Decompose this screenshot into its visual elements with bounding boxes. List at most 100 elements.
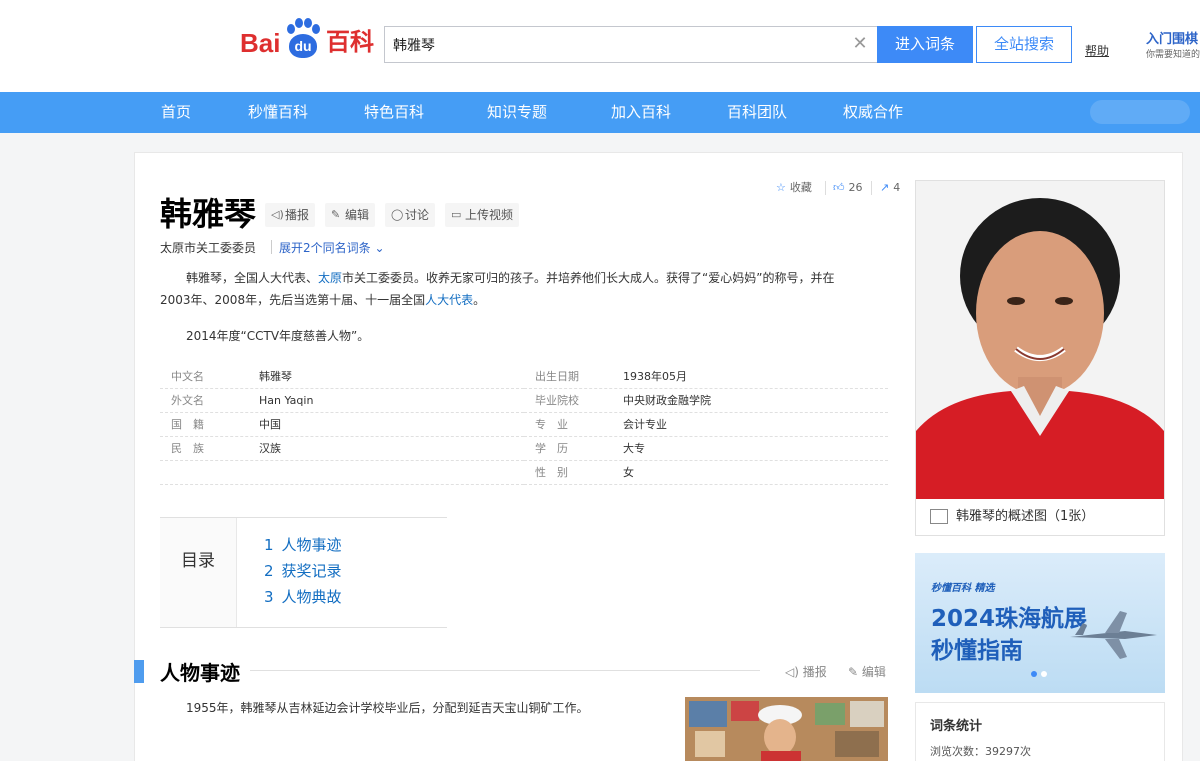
toc-item[interactable]: 2 获奖记录 bbox=[264, 560, 342, 581]
promo-subtitle: 你需要知道的 bbox=[1146, 50, 1200, 60]
edit-label: 编辑 bbox=[345, 208, 370, 222]
section-title: 人物事迹 bbox=[160, 661, 240, 685]
nav-item-join[interactable]: 加入百科 bbox=[611, 92, 671, 133]
info-label: 性 别 bbox=[535, 466, 568, 479]
stats-title: 词条统计 bbox=[930, 719, 983, 734]
collect-button[interactable]: ☆ 收藏 bbox=[776, 180, 812, 196]
enter-entry-button[interactable]: 进入词条 bbox=[877, 26, 973, 63]
broadcast-label: 播报 bbox=[285, 208, 310, 222]
info-value: 大专 bbox=[623, 442, 645, 455]
paw-logo-icon: du bbox=[285, 18, 321, 58]
edit-button[interactable]: ✎ 编辑 bbox=[325, 203, 376, 227]
logo-du-text: du bbox=[289, 34, 317, 58]
toc-label: 获奖记录 bbox=[281, 562, 342, 580]
summary-text: 2003年、2008年，先后当选第十届、十一届全国 bbox=[160, 293, 426, 307]
info-label: 国 籍 bbox=[171, 418, 204, 431]
banner-brand: 秒懂百科 精选 bbox=[931, 583, 995, 594]
toc-num: 2 bbox=[264, 562, 274, 580]
toc-label: 人物典故 bbox=[281, 588, 342, 606]
banner-subheadline: 秒懂指南 bbox=[931, 638, 1023, 664]
info-row: 民 族 汉族 bbox=[160, 437, 524, 461]
info-value: 女 bbox=[623, 466, 634, 479]
nav-item-miaodong[interactable]: 秒懂百科 bbox=[248, 92, 308, 133]
main-nav: 首页 秒懂百科 特色百科 知识专题 加入百科 百科团队 权威合作 bbox=[0, 92, 1200, 133]
portrait-photo[interactable] bbox=[916, 181, 1164, 499]
info-row-empty bbox=[160, 461, 524, 485]
speaker-icon: ◁) bbox=[271, 208, 284, 221]
broadcast-button[interactable]: ◁) 播报 bbox=[265, 203, 316, 227]
share-button[interactable]: ↗ 4 bbox=[880, 180, 900, 196]
info-value: 韩雅琴 bbox=[259, 370, 292, 383]
help-link[interactable]: 帮助 bbox=[1085, 42, 1109, 59]
section-paragraph: 1955年，韩雅琴从吉林延边会计学校毕业后，分配到延吉天宝山铜矿工作。 bbox=[186, 701, 589, 715]
star-icon: ☆ bbox=[776, 181, 786, 194]
info-value: 会计专业 bbox=[623, 418, 667, 431]
info-value: 汉族 bbox=[259, 442, 281, 455]
video-icon: ▭ bbox=[451, 208, 462, 221]
nav-item-home[interactable]: 首页 bbox=[161, 92, 191, 133]
nav-item-cooperation[interactable]: 权威合作 bbox=[843, 92, 903, 133]
speaker-icon: ◁) bbox=[785, 665, 799, 679]
nationality-link[interactable]: 中国 bbox=[259, 413, 281, 437]
summary-paragraph-cont: 2003年、2008年，先后当选第十届、十一届全国人大代表。 bbox=[160, 289, 890, 311]
taiyuan-link[interactable]: 太原 bbox=[318, 271, 342, 285]
article-photo-graphic bbox=[685, 697, 888, 761]
like-button[interactable]: 👍︎ 26 bbox=[833, 180, 863, 196]
carousel-dot[interactable] bbox=[1041, 671, 1047, 677]
toc-label: 人物事迹 bbox=[281, 536, 342, 554]
info-row: 出生日期 1938年05月 bbox=[524, 365, 888, 389]
discuss-label: 讨论 bbox=[405, 208, 430, 222]
info-label: 民 族 bbox=[171, 442, 204, 455]
summary-text: 韩雅琴，全国人大代表、 bbox=[186, 271, 319, 285]
nav-item-featured[interactable]: 特色百科 bbox=[364, 92, 424, 133]
collect-label: 收藏 bbox=[789, 181, 812, 194]
nav-decoration bbox=[1090, 100, 1190, 124]
section-accent-bar bbox=[134, 660, 144, 683]
promo-title[interactable]: 入门围棋 bbox=[1146, 28, 1198, 47]
entry-subtitle: 太原市关工委委员 bbox=[160, 241, 257, 255]
carousel-dot-active[interactable] bbox=[1031, 671, 1037, 677]
like-count: 26 bbox=[848, 181, 863, 194]
info-row: 中文名 韩雅琴 bbox=[160, 365, 524, 389]
info-label: 外文名 bbox=[171, 394, 204, 407]
summary-paragraph: 韩雅琴，全国人大代表、太原市关工委委员。收养无家可归的孩子。并培养他们长大成人。… bbox=[160, 267, 890, 289]
upload-video-button[interactable]: ▭ 上传视频 bbox=[445, 203, 520, 227]
expand-label: 展开2个同名词条 bbox=[279, 241, 371, 255]
entry-title: 韩雅琴 bbox=[160, 195, 257, 233]
info-row: 毕业院校 中央财政金融学院 bbox=[524, 389, 888, 413]
chevron-down-icon: ⌄ bbox=[374, 241, 385, 255]
upload-video-label: 上传视频 bbox=[465, 208, 514, 222]
search-input[interactable] bbox=[385, 27, 845, 62]
section-edit-button[interactable]: ✎ 编辑 bbox=[848, 663, 886, 680]
info-label: 专 业 bbox=[535, 418, 568, 431]
article-photo[interactable] bbox=[685, 697, 888, 761]
section-divider bbox=[250, 670, 760, 671]
discuss-button[interactable]: ◯ 讨论 bbox=[385, 203, 436, 227]
info-row: 学 历 大专 bbox=[524, 437, 888, 461]
summary-text: 。 bbox=[473, 293, 486, 307]
promo-banner[interactable]: 秒懂百科 精选 2024珠海航展 秒懂指南 bbox=[915, 553, 1165, 693]
toc-item[interactable]: 1 人物事迹 bbox=[264, 534, 342, 555]
summary-picture-card[interactable]: 韩雅琴的概述图（1张） bbox=[915, 180, 1165, 536]
toc-heading: 目录 bbox=[160, 518, 237, 627]
nav-item-team[interactable]: 百科团队 bbox=[727, 92, 787, 133]
info-row: 外文名 Han Yaqin bbox=[160, 389, 524, 413]
baidu-baike-logo[interactable]: Bai du 百科 bbox=[240, 18, 375, 62]
section-broadcast-button[interactable]: ◁) 播报 bbox=[785, 663, 827, 680]
info-label: 学 历 bbox=[535, 442, 568, 455]
info-row: 专 业 会计专业 bbox=[524, 413, 888, 437]
section-edit-label: 编辑 bbox=[861, 665, 886, 679]
clear-icon[interactable]: ✕ bbox=[851, 35, 869, 53]
info-value: 中央财政金融学院 bbox=[623, 394, 711, 407]
nav-item-topics[interactable]: 知识专题 bbox=[487, 92, 547, 133]
info-label: 毕业院校 bbox=[535, 394, 579, 407]
expand-homonyms-link[interactable]: 展开2个同名词条 ⌄ bbox=[279, 239, 385, 256]
section-broadcast-label: 播报 bbox=[802, 665, 827, 679]
chat-bubble-icon: ◯ bbox=[391, 208, 404, 221]
picture-caption[interactable]: 韩雅琴的概述图（1张） bbox=[916, 499, 1164, 535]
npc-deputy-link[interactable]: 人大代表 bbox=[425, 293, 473, 307]
search-box: ✕ bbox=[384, 26, 877, 63]
toc-item[interactable]: 3 人物典故 bbox=[264, 586, 342, 607]
entry-stats-card: 词条统计 浏览次数：39297次 bbox=[915, 702, 1165, 761]
site-search-button[interactable]: 全站搜索 bbox=[976, 26, 1072, 63]
